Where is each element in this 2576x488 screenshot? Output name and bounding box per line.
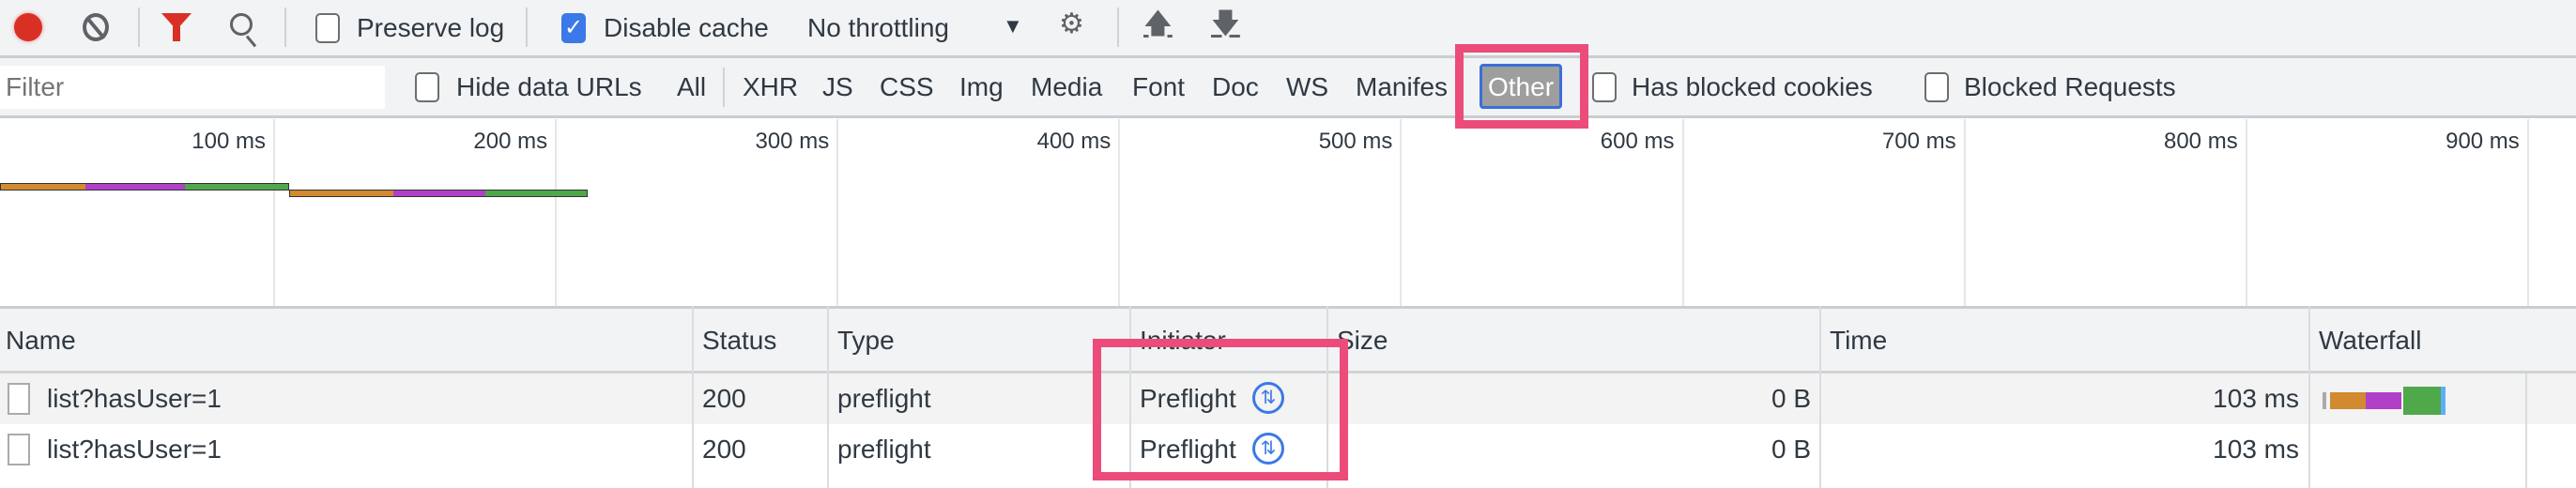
highlight-box-other-filter bbox=[1455, 44, 1588, 129]
overview-gridline bbox=[2245, 119, 2247, 306]
overview-gridline bbox=[1963, 119, 1966, 306]
request-status: 200 bbox=[702, 435, 746, 464]
header-status[interactable]: Status bbox=[702, 326, 776, 356]
document-icon bbox=[8, 434, 30, 465]
blocked-requests-checkbox[interactable] bbox=[1924, 72, 1949, 102]
overview-gridline bbox=[836, 119, 839, 306]
column-divider[interactable] bbox=[2308, 306, 2310, 488]
wifi-gear-icon[interactable]: ⚙ bbox=[1059, 9, 1084, 39]
main-toolbar: Preserve log ✓ Disable cache No throttli… bbox=[0, 0, 2576, 58]
overview-gridline bbox=[555, 119, 558, 306]
upload-icon[interactable]: 🡅 bbox=[1143, 9, 1173, 39]
overview-tick-label: 800 ms bbox=[2163, 129, 2238, 154]
type-filter-doc[interactable]: Doc bbox=[1212, 72, 1259, 102]
highlight-box-initiator bbox=[1093, 339, 1348, 480]
waterfall-connect bbox=[2330, 392, 2366, 409]
overview-tick-label: 700 ms bbox=[1881, 129, 1956, 154]
request-time: 103 ms bbox=[2213, 384, 2299, 413]
waterfall-gridline bbox=[2525, 374, 2527, 488]
request-type: preflight bbox=[837, 435, 931, 464]
waterfall-ssl bbox=[2366, 392, 2401, 409]
download-icon[interactable]: 🡇 bbox=[1211, 9, 1240, 39]
column-divider[interactable] bbox=[692, 306, 694, 488]
column-divider[interactable] bbox=[1819, 306, 1821, 488]
overview-tick-label: 400 ms bbox=[1036, 129, 1112, 154]
waterfall-bar[interactable] bbox=[2323, 387, 2448, 415]
header-time[interactable]: Time bbox=[1830, 326, 1887, 356]
overview-gridline bbox=[1681, 119, 1684, 306]
type-filter-media[interactable]: Media bbox=[1031, 72, 1102, 102]
request-name: list?hasUser=1 bbox=[47, 384, 222, 413]
type-filter-js[interactable]: JS bbox=[822, 72, 853, 102]
overview-gridline bbox=[1118, 119, 1121, 306]
request-size: 0 B bbox=[1771, 384, 1811, 413]
disable-cache-checkbox[interactable]: ✓ bbox=[561, 13, 586, 43]
overview-tick-label: 600 ms bbox=[1600, 129, 1675, 154]
filter-input[interactable] bbox=[0, 66, 385, 109]
header-waterfall[interactable]: Waterfall bbox=[2319, 326, 2421, 356]
preserve-log-label[interactable]: Preserve log bbox=[357, 13, 504, 43]
waterfall-waiting bbox=[2403, 387, 2441, 415]
overview-gridline bbox=[1400, 119, 1403, 306]
type-filter-manifest[interactable]: Manifes bbox=[1356, 72, 1453, 102]
overview-request-bar bbox=[289, 190, 588, 197]
overview-tick-label: 300 ms bbox=[755, 129, 830, 154]
overview-bar-segment bbox=[85, 184, 185, 190]
request-status: 200 bbox=[702, 384, 746, 413]
header-name[interactable]: Name bbox=[6, 326, 76, 356]
waterfall-download bbox=[2441, 387, 2446, 415]
disable-cache-label[interactable]: Disable cache bbox=[604, 13, 769, 43]
waterfall-stalled bbox=[2323, 392, 2326, 409]
overview-tick-label: 900 ms bbox=[2446, 129, 2520, 154]
hide-data-urls-label[interactable]: Hide data URLs bbox=[456, 72, 642, 102]
type-filter-font[interactable]: Font bbox=[1132, 72, 1185, 102]
overview-bar-segment bbox=[485, 191, 587, 196]
type-filter-img[interactable]: Img bbox=[959, 72, 1004, 102]
overview-gridline bbox=[273, 119, 275, 306]
request-time: 103 ms bbox=[2213, 435, 2299, 464]
column-divider[interactable] bbox=[827, 306, 829, 488]
document-icon bbox=[8, 383, 30, 415]
record-icon[interactable] bbox=[14, 13, 42, 41]
filter-icon-stem bbox=[173, 26, 180, 41]
request-size: 0 B bbox=[1771, 435, 1811, 464]
header-type[interactable]: Type bbox=[837, 326, 895, 356]
hide-data-urls-checkbox[interactable] bbox=[415, 72, 439, 102]
throttling-select[interactable]: No throttling bbox=[807, 13, 949, 43]
type-filter-xhr[interactable]: XHR bbox=[743, 72, 798, 102]
overview-bar-segment bbox=[290, 191, 393, 196]
search-icon[interactable] bbox=[230, 13, 257, 48]
overview-bar-segment bbox=[1, 184, 85, 190]
request-name: list?hasUser=1 bbox=[47, 435, 222, 464]
type-filter-css[interactable]: CSS bbox=[880, 72, 934, 102]
overview-gridline bbox=[2526, 119, 2529, 306]
filter-bar: Hide data URLs All XHR JS CSS Img Media … bbox=[0, 58, 2576, 118]
overview-bar-segment bbox=[393, 191, 485, 196]
network-overview[interactable]: 100 ms 200 ms 300 ms 400 ms 500 ms 600 ms 700 … bbox=[0, 119, 2576, 306]
chevron-down-icon[interactable]: ▼ bbox=[1003, 11, 1023, 41]
blocked-requests-label[interactable]: Blocked Requests bbox=[1964, 72, 2176, 102]
clear-icon[interactable] bbox=[83, 13, 109, 41]
overview-tick-label: 200 ms bbox=[473, 129, 548, 154]
overview-request-bar bbox=[0, 183, 289, 191]
request-type: preflight bbox=[837, 384, 931, 413]
overview-tick-label: 100 ms bbox=[192, 129, 266, 154]
overview-tick-label: 500 ms bbox=[1318, 129, 1393, 154]
has-blocked-cookies-checkbox[interactable] bbox=[1592, 72, 1617, 102]
preserve-log-checkbox[interactable] bbox=[315, 13, 340, 43]
type-filter-ws[interactable]: WS bbox=[1286, 72, 1328, 102]
type-filter-all[interactable]: All bbox=[677, 72, 706, 102]
has-blocked-cookies-label[interactable]: Has blocked cookies bbox=[1632, 72, 1873, 102]
overview-bar-segment bbox=[185, 184, 288, 190]
